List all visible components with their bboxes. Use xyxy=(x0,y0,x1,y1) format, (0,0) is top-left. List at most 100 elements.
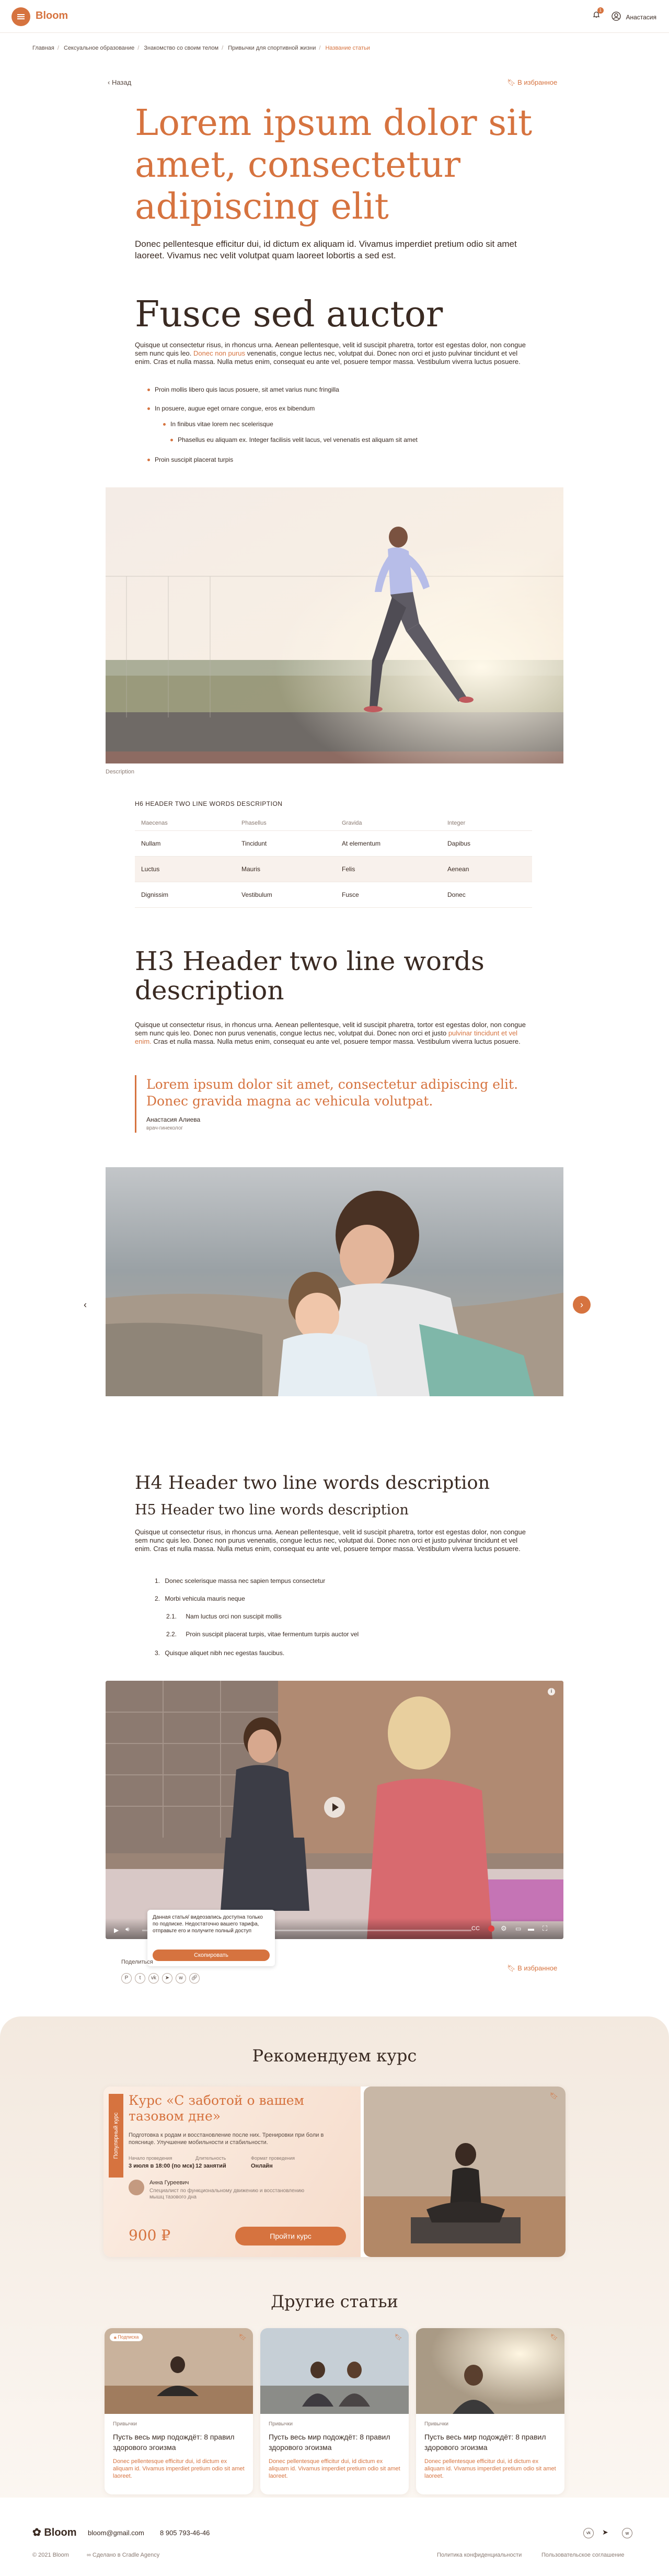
menu-icon[interactable] xyxy=(11,7,30,26)
article-card-title: Пусть весь мир подождёт: 8 правил здоров… xyxy=(113,2433,235,2452)
record-icon[interactable] xyxy=(488,1925,494,1932)
bookmark-icon[interactable]: 🔖︎ xyxy=(395,2333,402,2341)
table-cell: Felis xyxy=(341,856,447,882)
table-row: Nullam Tincidunt At elementum Dapibus xyxy=(135,830,532,857)
paragraph: Quisque ut consectetur risus, in rhoncus… xyxy=(135,341,526,366)
table-cell: Dapibus xyxy=(447,830,532,857)
recommend-title: Рекомендуем курс xyxy=(252,2046,417,2066)
table-header-cell: Maecenas xyxy=(135,816,241,831)
user-icon[interactable] xyxy=(612,12,621,22)
copyright: © 2021 Bloom xyxy=(32,2552,69,2558)
volume-icon[interactable]: 🔊︎ xyxy=(125,1925,130,1933)
user-name[interactable]: Анастасия xyxy=(626,14,656,21)
video-player[interactable]: i ▶ 🔊︎ CC ⚙ ▭ ▬ ⛶ xyxy=(106,1681,563,1939)
article-card-desc: Donec pellentesque efficitur dui, id dic… xyxy=(269,2458,400,2479)
info-icon[interactable]: i xyxy=(548,1688,555,1695)
list-item: Phasellus eu aliquam ex. Integer facilis… xyxy=(155,436,521,456)
agency-link[interactable]: ∞ Сделано в Cradle Agency xyxy=(87,2552,159,2558)
inline-link[interactable]: Donec non purus xyxy=(193,349,245,357)
course-card[interactable]: Популярный курс Курс «С заботой о вашем … xyxy=(103,2087,566,2257)
bookmark-icon: 🔖︎ xyxy=(507,1964,518,1972)
favorite-link[interactable]: 🔖︎ В избранное xyxy=(507,78,557,87)
breadcrumb-item[interactable]: Знакомство со своим телом xyxy=(144,45,218,51)
list-item: Proin mollis libero quis lacus posuere, … xyxy=(147,386,521,405)
list-item: Proin suscipit placerat turpis xyxy=(147,456,521,466)
carousel-next-button[interactable]: › xyxy=(573,1296,591,1314)
breadcrumb-item[interactable]: Сексуальное образование xyxy=(64,45,134,51)
back-link[interactable]: ‹ Назад xyxy=(108,78,131,86)
share-icons: Pt vk ➤ w 🔗︎ xyxy=(121,1973,203,1984)
article-card[interactable]: 🔖︎ Привычки Пусть весь мир подождёт: 8 п… xyxy=(416,2328,564,2494)
footer-email[interactable]: bloom@gmail.com xyxy=(88,2529,144,2537)
article-card-title: Пусть весь мир подождёт: 8 правил здоров… xyxy=(424,2433,546,2452)
table-header-row: Maecenas Phasellus Gravida Integer xyxy=(135,816,532,831)
paragraph: Quisque ut consectetur risus, in rhoncus… xyxy=(135,1021,526,1045)
site-footer: ✿ Bloom bloom@gmail.com 8 905 793-46-46 … xyxy=(0,2498,669,2576)
header-actions: 1 Анастасия xyxy=(592,7,656,22)
section-heading-h4: H4 Header two line words description xyxy=(135,1473,490,1494)
take-course-button[interactable]: Пройти курс xyxy=(235,2227,346,2246)
table-cell: Vestibulum xyxy=(241,882,341,908)
bell-icon[interactable]: 1 xyxy=(592,7,604,19)
article-card-desc: Donec pellentesque efficitur dui, id dic… xyxy=(424,2458,556,2479)
carousel-prev-button[interactable]: ‹ xyxy=(76,1296,94,1314)
footer-logo[interactable]: ✿ Bloom xyxy=(32,2526,77,2539)
breadcrumb-home[interactable]: Главная xyxy=(32,45,54,51)
article-card-image xyxy=(416,2328,564,2414)
article-image-runner xyxy=(106,487,563,763)
quote-bar xyxy=(135,1075,136,1133)
logo[interactable]: Bloom xyxy=(36,10,68,22)
terms-link[interactable]: Пользовательское соглашение xyxy=(541,2552,624,2558)
agency-logo-icon: ∞ xyxy=(87,2552,93,2558)
article-card-title: Пусть весь мир подождёт: 8 правил здоров… xyxy=(269,2433,390,2452)
whatsapp-icon[interactable]: w xyxy=(176,1973,186,1984)
list-item: 2. Morbi vehicula mauris neque xyxy=(155,1595,245,1602)
list-item: 3. Quisque aliquet nibh nec egestas fauc… xyxy=(155,1649,285,1657)
author-role: Специалист по функциональному движению и… xyxy=(149,2188,305,2200)
list-item: 2.2. Proin suscipit placerat turpis, vit… xyxy=(166,1631,359,1638)
favorite-link-bottom[interactable]: 🔖︎ В избранное xyxy=(507,1964,557,1973)
carousel-image-mother-child xyxy=(106,1167,563,1396)
list-item: In finibus vitae lorem nec scelerisque xyxy=(155,420,521,436)
copy-button[interactable]: Скопировать xyxy=(153,1950,270,1961)
article-card[interactable]: 🔖︎ Привычки Пусть весь мир подождёт: 8 п… xyxy=(260,2328,409,2494)
privacy-link[interactable]: Политика конфиденциальности xyxy=(437,2552,522,2558)
bullet-list: Proin mollis libero quis lacus posuere, … xyxy=(147,386,521,466)
subtitles-icon[interactable]: CC xyxy=(471,1925,480,1932)
table-cell: Dignissim xyxy=(135,882,241,908)
table-cell: Fusce xyxy=(341,882,447,908)
miniplayer-icon[interactable]: ▭ xyxy=(515,1925,521,1932)
article-card-desc: Donec pellentesque efficitur dui, id dic… xyxy=(113,2458,245,2479)
site-header: Bloom 1 Анастасия xyxy=(0,0,669,33)
table-header-cell: Phasellus xyxy=(241,816,341,831)
table-cell: Tincidunt xyxy=(241,830,341,857)
settings-icon[interactable]: ⚙ xyxy=(501,1924,507,1933)
theater-icon[interactable]: ▬ xyxy=(528,1925,534,1932)
bookmark-icon[interactable]: 🔖︎ xyxy=(239,2333,247,2341)
vk-icon[interactable]: vk xyxy=(148,1973,159,1984)
chevron-left-icon: ‹ xyxy=(84,1300,87,1310)
twitter-icon[interactable]: t xyxy=(135,1973,145,1984)
table-row: Dignissim Vestibulum Fusce Donec xyxy=(135,882,532,908)
fullscreen-icon[interactable]: ⛶ xyxy=(543,1924,547,1933)
whatsapp-icon[interactable]: w xyxy=(622,2528,632,2538)
bookmark-icon[interactable]: 🔖︎ xyxy=(549,2092,558,2100)
telegram-icon[interactable]: ➤ xyxy=(162,1973,172,1984)
article-card-category: Привычки xyxy=(424,2421,449,2427)
chevron-left-icon: ‹ xyxy=(108,78,112,86)
meta-label: Длительность xyxy=(195,2156,226,2161)
breadcrumb-item[interactable]: Привычки для спортивной жизни xyxy=(228,45,316,51)
course-price: 900 ₽ xyxy=(129,2227,171,2244)
link-icon[interactable]: 🔗︎ xyxy=(189,1973,200,1984)
play-control-icon[interactable]: ▶ xyxy=(114,1927,119,1934)
meta-value: 12 занятий xyxy=(195,2163,226,2169)
vk-icon[interactable]: vk xyxy=(583,2528,594,2538)
footer-phone[interactable]: 8 905 793-46-46 xyxy=(160,2529,210,2537)
bookmark-icon[interactable]: 🔖︎ xyxy=(550,2333,558,2341)
article-card-category: Привычки xyxy=(113,2421,137,2427)
telegram-icon[interactable]: ➤ xyxy=(602,2528,608,2537)
article-card[interactable]: 🔒︎ Подписка 🔖︎ Привычки Пусть весь мир п… xyxy=(105,2328,253,2494)
pinterest-icon[interactable]: P xyxy=(121,1973,132,1984)
play-icon[interactable] xyxy=(324,1797,345,1818)
notification-badge: 1 xyxy=(597,7,604,14)
